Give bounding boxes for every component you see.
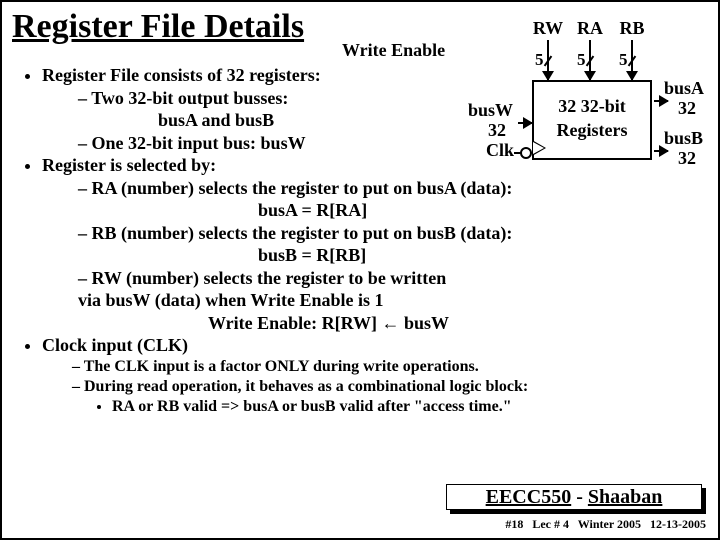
bullet-text: Two 32-bit output busses: [91,88,288,108]
footer-slide: #18 [505,517,523,531]
bullet-1: Register File consists of 32 registers: … [42,64,704,154]
footer-date: 12-13-2005 [650,517,706,531]
bullet-2a: RA (number) selects the register to put … [78,177,704,222]
slide: Register File Details Write Enable RW RA… [0,0,720,540]
bullet-3: Clock input (CLK) [42,334,704,357]
bullet-text: During read operation, it behaves as a c… [84,378,528,395]
write-enable-label: Write Enable [342,40,445,61]
course-name: Shaaban [588,486,663,508]
course-code: EECC550 [486,486,572,508]
bullet-2: Register is selected by: RA (number) sel… [42,154,704,334]
footer: #18 Lec # 4 Winter 2005 12-13-2005 [505,517,706,532]
bullet-text: RB (number) selects the register to put … [92,223,513,243]
bullet-1a: Two 32-bit output busses: busA and busB [78,87,704,132]
bullet-text: Register is selected by: [42,155,216,175]
bullet-text: Clock input (CLK) [42,335,188,355]
bullet-2b: RB (number) selects the register to put … [78,222,704,267]
bullet-2c-eq: Write Enable: R[RW] ← busW [78,312,704,335]
clk-section: The CLK input is a factor ONLY during wr… [16,357,704,417]
footer-term: Winter 2005 [578,517,641,531]
ra-label: RA [574,18,606,39]
rw-label: RW [532,18,564,39]
footer-lec: Lec # 4 [532,517,569,531]
page-title: Register File Details [12,8,304,46]
bullet-3b: During read operation, it behaves as a c… [72,377,704,417]
content-area: Register File consists of 32 registers: … [16,64,704,417]
bullet-text: RA (number) selects the register to put … [92,178,513,198]
course-dash: - [571,486,588,508]
bullet-2b-eq: busB = R[RB] [78,244,704,267]
bullet-3a: The CLK input is a factor ONLY during wr… [72,357,704,377]
course-box: EECC550 - Shaaban [446,484,706,514]
rb-label: RB [616,18,648,39]
bullet-2c: RW (number) selects the register to be w… [78,267,704,335]
bullet-1b: One 32-bit input bus: busW [78,132,704,155]
bullet-text: RW (number) selects the register to be w… [92,268,447,288]
bullet-3b1: RA or RB valid => busA or busB valid aft… [112,397,704,417]
bullet-1a-sub: busA and busB [78,109,704,132]
bullet-2a-eq: busA = R[RA] [78,199,704,222]
bullet-text: Register File consists of 32 registers: [42,65,321,85]
course-label: EECC550 - Shaaban [446,484,702,510]
bullet-2c-via: via busW (data) when Write Enable is 1 [78,289,704,312]
